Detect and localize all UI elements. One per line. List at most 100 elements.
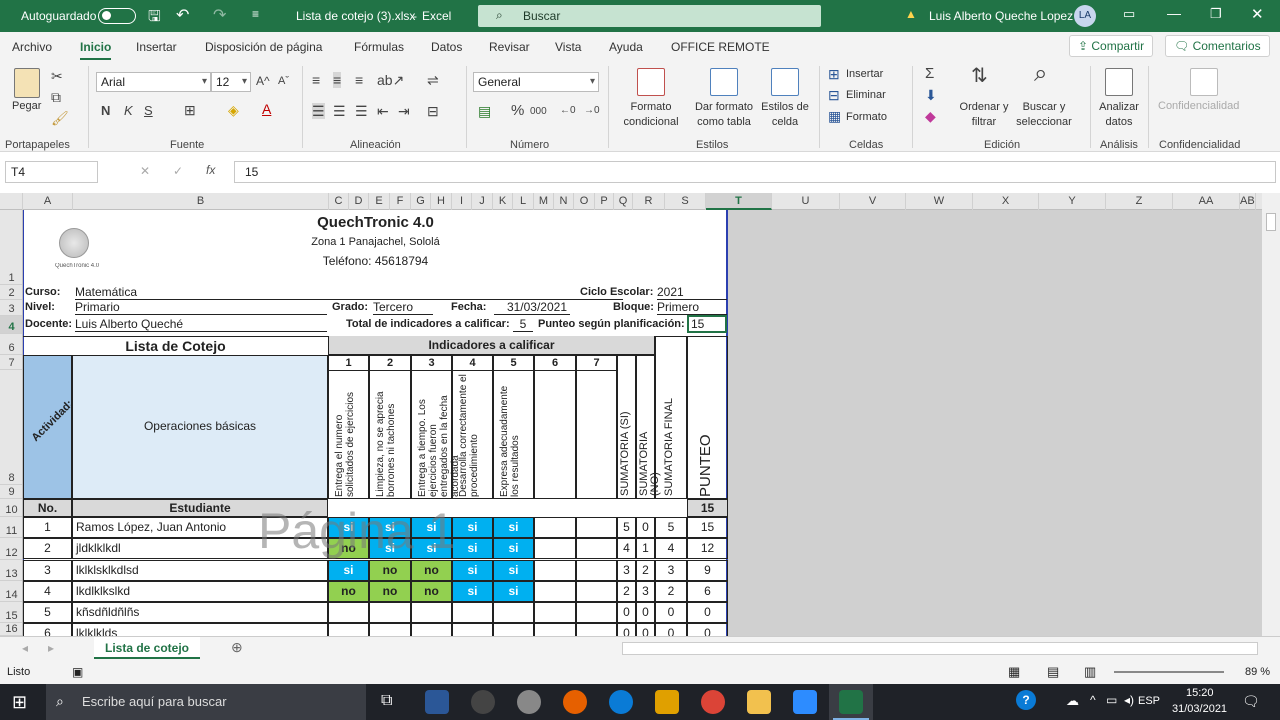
row-header-11[interactable]: 11	[0, 517, 22, 538]
chrome-icon[interactable]	[701, 690, 725, 714]
decrease-decimal-icon[interactable]: →0	[584, 103, 600, 119]
language-indicator[interactable]: ESP	[1138, 695, 1160, 707]
bold-icon[interactable]: N	[101, 103, 110, 119]
underline-icon[interactable]: S	[144, 103, 153, 119]
increase-decimal-icon[interactable]: ←0	[560, 103, 576, 119]
analyze-data-icon[interactable]	[1105, 68, 1133, 96]
redo-icon[interactable]: ↷	[213, 5, 226, 25]
media-icon[interactable]	[655, 690, 679, 714]
cancel-icon[interactable]: ✕	[140, 164, 150, 178]
ribbon-display-icon[interactable]: ▭	[1123, 6, 1135, 22]
font-size-select[interactable]: 12	[211, 72, 251, 92]
font-name-select[interactable]: Arial	[96, 72, 211, 92]
copy-icon[interactable]: ⧉	[51, 89, 61, 105]
row-header-12[interactable]: 12	[0, 538, 22, 560]
sort-filter-button[interactable]: Ordenar y filtrar	[954, 100, 1014, 130]
confidentiality-icon[interactable]	[1190, 68, 1218, 96]
wrap-text-icon[interactable]: ⇌	[427, 72, 439, 88]
warning-icon[interactable]: ▲	[905, 7, 917, 21]
tab-vista[interactable]: Vista	[555, 40, 581, 54]
format-as-table-icon[interactable]	[710, 68, 738, 96]
worksheet[interactable]: QuechTronic 4.0 QuechTronic 4.0 Zona 1 P…	[23, 210, 1262, 636]
fill-color-icon[interactable]: ◈	[228, 102, 239, 118]
cut-icon[interactable]: ✂	[51, 68, 63, 84]
row-header-6[interactable]: 6	[0, 336, 22, 355]
delete-cells-icon[interactable]: ⊟	[828, 87, 840, 103]
customize-toolbar-icon[interactable]: ≡	[252, 7, 259, 21]
column-header-l[interactable]: L	[513, 193, 534, 210]
format-painter-icon[interactable]: 🖌	[51, 110, 69, 126]
tab-formulas[interactable]: Fórmulas	[354, 40, 404, 54]
function-icon[interactable]: fx	[206, 163, 215, 177]
shrink-font-icon[interactable]: Aˇ	[278, 73, 289, 89]
taskbar-search[interactable]: ⌕ Escribe aquí para buscar	[46, 684, 366, 720]
zoom-slider[interactable]	[1114, 671, 1224, 673]
borders-icon[interactable]: ⊞	[184, 102, 196, 118]
row-header-10[interactable]: 10	[0, 499, 22, 517]
excel-taskbar-item[interactable]	[829, 684, 873, 720]
column-header-w[interactable]: W	[906, 193, 973, 210]
selected-cell-t4[interactable]: 15	[687, 315, 727, 333]
tab-insertar[interactable]: Insertar	[136, 40, 177, 54]
column-header-c[interactable]: C	[329, 193, 349, 210]
name-box[interactable]: T4	[5, 161, 98, 183]
clock-time[interactable]: 15:20	[1186, 687, 1214, 699]
minimize-icon[interactable]: —	[1167, 5, 1181, 21]
sheet-tab-lista[interactable]: Lista de cotejo	[94, 637, 200, 659]
conditional-format-button[interactable]: Formato condicional	[616, 100, 686, 130]
autosum-icon[interactable]: Σ	[925, 66, 934, 82]
word-icon[interactable]	[425, 690, 449, 714]
vertical-scrollbar[interactable]	[1262, 193, 1280, 636]
italic-icon[interactable]: K	[124, 103, 133, 119]
format-cells-button[interactable]: Formato	[846, 111, 887, 123]
file-explorer-icon[interactable]	[747, 690, 771, 714]
column-header-t[interactable]: T	[706, 193, 772, 210]
share-button[interactable]: ⇪ Compartir	[1069, 35, 1154, 57]
column-header-m[interactable]: M	[534, 193, 554, 210]
insert-cells-button[interactable]: Insertar	[846, 68, 883, 80]
tab-ayuda[interactable]: Ayuda	[609, 40, 643, 54]
font-color-icon[interactable]: A	[262, 101, 271, 117]
column-header-u[interactable]: U	[772, 193, 840, 210]
delete-cells-button[interactable]: Eliminar	[846, 89, 886, 101]
fill-icon[interactable]: ⬇	[925, 87, 937, 103]
row-header-13[interactable]: 13	[0, 560, 22, 581]
tab-office-remote[interactable]: OFFICE REMOTE	[671, 40, 770, 54]
tab-archivo[interactable]: Archivo	[12, 40, 52, 54]
row-header-3[interactable]: 3	[0, 300, 22, 316]
decrease-indent-icon[interactable]: ⇤	[377, 103, 389, 119]
undo-icon[interactable]: ↶	[176, 5, 189, 25]
currency-icon[interactable]: ▤	[478, 103, 491, 119]
normal-view-icon[interactable]: ▦	[1008, 664, 1020, 680]
format-cells-icon[interactable]: ▦	[828, 108, 841, 124]
row-header-15[interactable]: 15	[0, 602, 22, 623]
save-icon[interactable]: 🖫	[148, 6, 161, 31]
merge-center-icon[interactable]: ⊟	[427, 103, 439, 119]
user-name[interactable]: Luis Alberto Queche Lopez	[929, 9, 1073, 23]
column-header-k[interactable]: K	[493, 193, 513, 210]
percent-icon[interactable]: %	[511, 103, 524, 119]
column-header-ab[interactable]: AB	[1240, 193, 1256, 210]
row-header-14[interactable]: 14	[0, 581, 22, 602]
find-select-button[interactable]: Buscar y seleccionar	[1010, 100, 1078, 130]
app-icon-2[interactable]	[517, 690, 541, 714]
find-icon[interactable]: ⌕	[1034, 62, 1047, 86]
column-header-s[interactable]: S	[665, 193, 706, 210]
next-sheet-icon[interactable]: ▸	[48, 641, 54, 655]
clear-icon[interactable]: ◆	[925, 108, 936, 124]
search-box[interactable]: ⌕ Buscar	[478, 5, 821, 27]
cell-styles-icon[interactable]	[771, 68, 799, 96]
notifications-icon[interactable]: 🗨	[1242, 693, 1260, 710]
select-all-corner[interactable]	[0, 193, 23, 210]
maximize-icon[interactable]: ❐	[1210, 6, 1222, 22]
app-icon-1[interactable]	[471, 690, 495, 714]
tab-datos[interactable]: Datos	[431, 40, 462, 54]
tray-chevron-icon[interactable]: ^	[1090, 693, 1096, 707]
align-top-icon[interactable]: ≡	[312, 72, 320, 88]
column-header-a[interactable]: A	[23, 193, 73, 210]
windows-start-icon[interactable]: ⊞	[12, 692, 27, 713]
add-sheet-icon[interactable]: ⊕	[231, 639, 243, 656]
formula-input[interactable]: 15	[234, 161, 1276, 183]
row-header-9[interactable]: 9	[0, 485, 22, 499]
grow-font-icon[interactable]: A^	[256, 73, 270, 89]
